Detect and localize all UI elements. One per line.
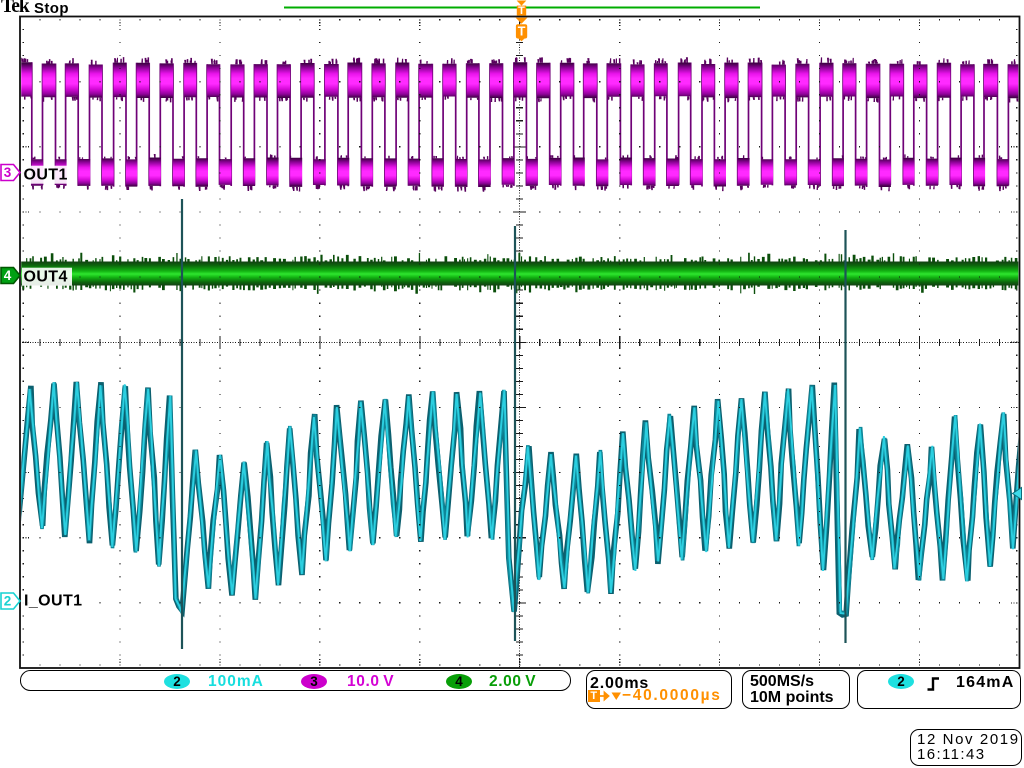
svg-text:T: T [518, 5, 525, 17]
svg-text:2: 2 [4, 594, 12, 609]
svg-text:3: 3 [4, 165, 12, 180]
svg-text:4: 4 [4, 268, 12, 283]
svg-text:I_OUT1: I_OUT1 [24, 593, 82, 610]
svg-text:OUT4: OUT4 [24, 269, 68, 286]
svg-text:T: T [518, 25, 526, 39]
svg-text:OUT1: OUT1 [24, 167, 68, 184]
